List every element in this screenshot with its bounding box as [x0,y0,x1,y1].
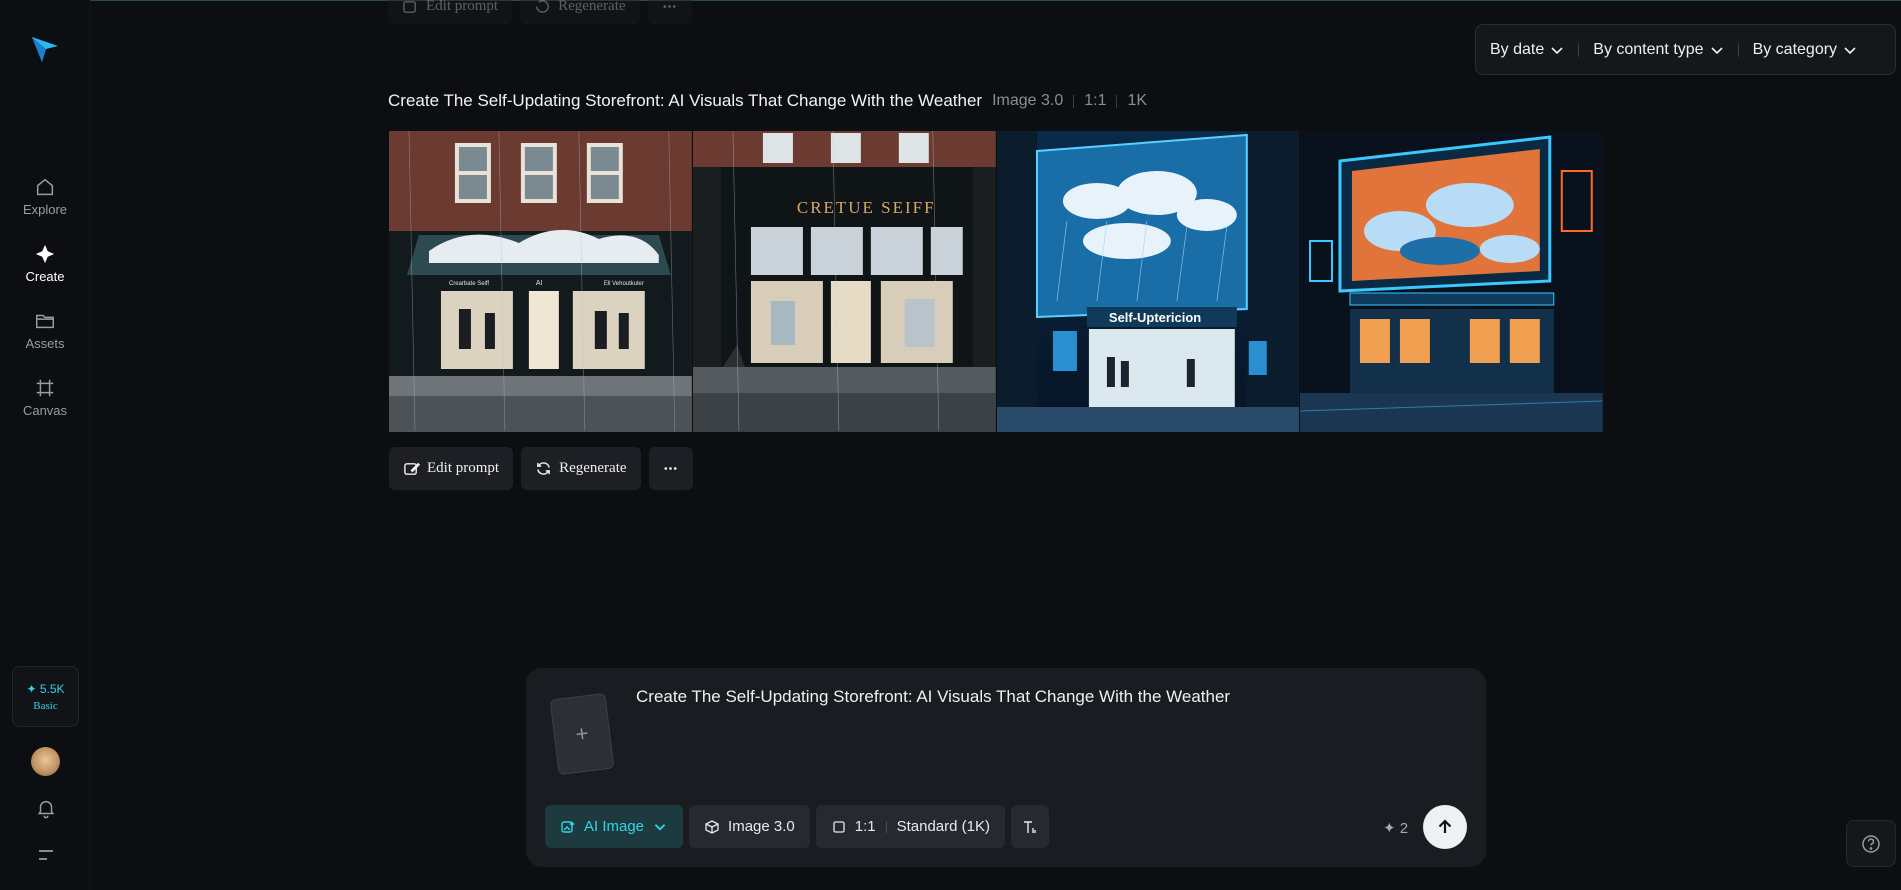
top-accent-line [0,0,1901,1]
filter-label: By content type [1593,40,1704,58]
model-tag: Image 3.0 [992,92,1064,109]
resolution-tag: 1K [1127,92,1148,109]
regenerate-button[interactable]: Regenerate [520,0,640,24]
prompt-input[interactable]: Create The Self-Updating Storefront: AI … [636,687,1230,707]
sidebar-item-label: Assets [25,336,65,351]
svg-text:Self-Uptericion: Self-Uptericion [1108,310,1200,325]
generation-title: Create The Self-Updating Storefront: AI … [388,91,983,110]
cube-icon [705,819,719,834]
button-label: Regenerate [558,0,626,14]
more-icon [664,467,677,470]
plan-label: Basic [33,699,58,712]
text-settings-button[interactable] [1011,805,1049,848]
credits-amount: ✦ 5.5K [26,681,65,696]
ratio-label: 1:1 [854,818,876,835]
refresh-icon [537,462,550,475]
divider [1737,42,1739,57]
generation-header: Create The Self-Updating Storefront: AI … [388,91,1147,111]
send-button[interactable] [1423,805,1467,849]
arrow-up-icon [1438,819,1452,833]
sidebar: Explore Create Assets Canvas ✦ 5.5K Basi… [0,0,90,890]
divider [885,820,887,833]
edit-icon [403,0,416,13]
filter-by-content-type[interactable]: By content type [1593,41,1723,59]
mode-label: AI Image [584,818,645,835]
divider [1073,94,1075,108]
more-button[interactable] [647,0,692,24]
size-selector[interactable]: 1:1 Standard (1K) [815,805,1005,848]
sidebar-item-label: Explore [22,202,68,217]
svg-text:AI: AI [536,280,543,287]
ai-image-icon [561,820,575,833]
sparkle-icon [35,244,55,264]
sidebar-item-explore[interactable]: Explore [0,176,90,217]
chevron-down-icon [1710,46,1723,54]
chevron-down-icon [1551,46,1563,54]
more-options-button[interactable] [648,447,693,490]
filter-by-date[interactable]: By date [1490,41,1564,59]
edit-prompt-button[interactable]: Edit prompt [389,447,514,490]
plus-icon: + [574,720,590,747]
button-label: Edit prompt [427,460,500,476]
divider [1578,42,1580,57]
edit-icon [404,462,420,475]
avatar[interactable] [31,747,60,776]
filter-bar: By date By content type By category [1475,24,1896,75]
chevron-down-icon [1844,46,1856,54]
button-label: Edit prompt [426,0,499,14]
credits-badge[interactable]: ✦ 5.5K Basic [12,666,79,727]
prompt-options-bar: AI Image Image 3.0 1:1 Standard (1K) [545,805,1049,848]
svg-text:CRETUE SEIFF: CRETUE SEIFF [797,198,936,217]
sidebar-item-label: Canvas [22,403,68,418]
svg-text:Crearbate Seiff: Crearbate Seiff [449,281,489,287]
sidebar-item-assets[interactable]: Assets [0,310,90,351]
generation-cost: ✦ 2 [1383,820,1409,837]
generation-toolbar: Edit prompt Regenerate [389,447,693,490]
filter-label: By category [1752,40,1838,58]
refresh-icon [536,0,549,13]
svg-text:Ell Vehoutkuler: Ell Vehoutkuler [604,281,644,287]
edit-prompt-button[interactable]: Edit prompt [388,0,513,24]
button-label: Regenerate [559,460,627,476]
previous-generation-toolbar: Edit prompt Regenerate [388,0,692,24]
folder-icon [36,314,54,329]
filter-by-category[interactable]: By category [1753,41,1857,59]
chevron-down-icon [654,823,666,831]
regenerate-button[interactable]: Regenerate [521,447,641,490]
app-logo-icon[interactable] [29,33,61,65]
generated-image-4[interactable] [1300,131,1603,432]
more-icon [663,4,676,8]
menu-icon[interactable] [36,848,56,862]
model-label: Image 3.0 [728,818,795,835]
filter-label: By date [1490,40,1545,58]
model-selector[interactable]: Image 3.0 [689,805,810,848]
home-icon [36,178,54,196]
image-grid: Crearbate Seiff AI Ell Vehoutkuler CRETU… [389,131,1603,432]
sidebar-item-create[interactable]: Create [0,243,90,284]
generated-image-3[interactable]: Self-Uptericion [996,131,1300,432]
prompt-composer: + Create The Self-Updating Storefront: A… [526,668,1486,867]
quality-label: Standard (1K) [896,818,990,835]
help-icon [1862,834,1880,853]
text-format-icon [1024,820,1036,833]
bell-icon[interactable] [35,797,57,819]
generation-meta: Image 3.0 1:1 1K [992,92,1147,110]
add-reference-image-button[interactable]: + [549,692,615,776]
divider [1116,94,1118,108]
sidebar-item-canvas[interactable]: Canvas [0,377,90,418]
generated-image-2[interactable]: CRETUE SEIFF [692,131,996,432]
sidebar-item-label: Create [25,269,65,284]
square-icon [833,820,845,833]
generated-image-1[interactable]: Crearbate Seiff AI Ell Vehoutkuler [389,131,692,432]
frame-icon [36,379,54,397]
help-button[interactable] [1846,820,1896,867]
ratio-tag: 1:1 [1084,92,1107,109]
mode-selector[interactable]: AI Image [545,805,684,848]
